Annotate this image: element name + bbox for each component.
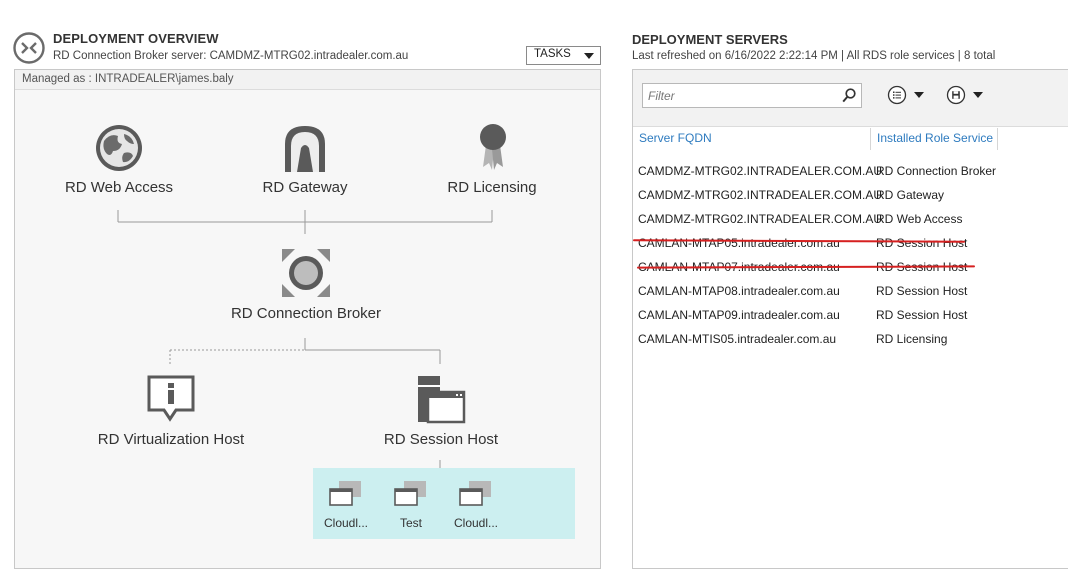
- role-service-cell: RD Licensing: [876, 332, 948, 346]
- deployment-servers-title: DEPLOYMENT SERVERS: [632, 32, 788, 47]
- certificate-ribbon-icon: [480, 124, 506, 170]
- rd-session-host-label: RD Session Host: [383, 431, 499, 448]
- collection-label: Cloudl...: [323, 516, 369, 530]
- role-service-cell: RD Web Access: [876, 212, 963, 226]
- collection-icon: [329, 481, 361, 506]
- server-fqdn-cell: CAMDMZ-MTRG02.INTRADEALER.COM.AU: [638, 212, 883, 226]
- column-divider: [997, 128, 998, 150]
- rd-virtualization-host-label: RD Virtualization Host: [97, 431, 245, 448]
- role-service-cell: RD Session Host: [876, 308, 968, 322]
- collection-item[interactable]: Cloudl...: [321, 478, 371, 534]
- server-fqdn-cell: CAMLAN-MTAP05.intradealer.com.au: [638, 236, 840, 250]
- column-divider: [870, 128, 871, 150]
- rd-licensing-label: RD Licensing: [447, 179, 537, 196]
- table-row[interactable]: CAMLAN-MTIS05.intradealer.com.au RD Lice…: [633, 326, 1068, 350]
- server-fqdn-cell: CAMLAN-MTAP08.intradealer.com.au: [638, 284, 840, 298]
- role-service-cell: RD Session Host: [876, 236, 968, 250]
- globe-icon: [96, 125, 142, 171]
- connection-broker-icon: [282, 249, 330, 297]
- list-view-icon: [887, 85, 907, 105]
- save-icon: [946, 85, 966, 105]
- role-service-cell: RD Connection Broker: [876, 164, 997, 178]
- collection-item[interactable]: Cloudl...: [451, 478, 501, 534]
- server-fqdn-cell: CAMDMZ-MTRG02.INTRADEALER.COM.AU: [638, 164, 883, 178]
- column-header-server-fqdn[interactable]: Server FQDN: [639, 131, 712, 145]
- filter-field[interactable]: [642, 83, 862, 108]
- chevron-down-icon: [973, 92, 983, 98]
- node-rd-web-access[interactable]: RD Web Access: [64, 120, 174, 200]
- rd-connection-broker-label: RD Connection Broker: [230, 305, 382, 322]
- collection-icon: [459, 481, 491, 506]
- role-service-cell: RD Session Host: [876, 284, 968, 298]
- server-fqdn-cell: CAMDMZ-MTRG02.INTRADEALER.COM.AU: [638, 188, 883, 202]
- view-options-button[interactable]: [887, 84, 929, 106]
- role-service-cell: RD Gateway: [876, 188, 945, 202]
- table-row[interactable]: CAMDMZ-MTRG02.INTRADEALER.COM.AU RD Conn…: [633, 158, 1068, 182]
- node-rd-session-host[interactable]: RD Session Host: [380, 372, 502, 452]
- collection-icon: [394, 481, 426, 506]
- deployment-servers-status: Last refreshed on 6/16/2022 2:22:14 PM |…: [632, 50, 996, 62]
- node-rd-gateway[interactable]: RD Gateway: [255, 120, 355, 200]
- chevron-down-icon: [914, 92, 924, 98]
- server-fqdn-cell: CAMLAN-MTAP09.intradealer.com.au: [638, 308, 840, 322]
- session-host-server-icon: [418, 376, 466, 424]
- rd-web-access-label: RD Web Access: [64, 179, 174, 196]
- table-row[interactable]: CAMDMZ-MTRG02.INTRADEALER.COM.AU RD Gate…: [633, 182, 1068, 206]
- collection-item[interactable]: Test: [386, 478, 436, 534]
- node-rd-licensing[interactable]: RD Licensing: [442, 120, 542, 200]
- filter-input[interactable]: [643, 84, 833, 107]
- table-row[interactable]: CAMLAN-MTAP09.intradealer.com.au RD Sess…: [633, 302, 1068, 326]
- save-query-button[interactable]: [946, 84, 988, 106]
- collection-label: Cloudl...: [453, 516, 499, 530]
- search-icon[interactable]: [842, 88, 856, 103]
- node-rd-connection-broker[interactable]: RD Connection Broker: [225, 245, 387, 325]
- table-row[interactable]: CAMLAN-MTAP08.intradealer.com.au RD Sess…: [633, 278, 1068, 302]
- table-row[interactable]: CAMDMZ-MTRG02.INTRADEALER.COM.AU RD Web …: [633, 206, 1068, 230]
- rd-gateway-label: RD Gateway: [262, 179, 348, 196]
- info-bubble-icon: [147, 375, 195, 422]
- collection-label: Test: [399, 516, 422, 530]
- node-rd-virtualization-host[interactable]: RD Virtualization Host: [92, 372, 250, 452]
- gateway-icon: [285, 126, 325, 172]
- column-header-installed-role[interactable]: Installed Role Service: [877, 131, 993, 145]
- server-fqdn-cell: CAMLAN-MTIS05.intradealer.com.au: [638, 332, 837, 346]
